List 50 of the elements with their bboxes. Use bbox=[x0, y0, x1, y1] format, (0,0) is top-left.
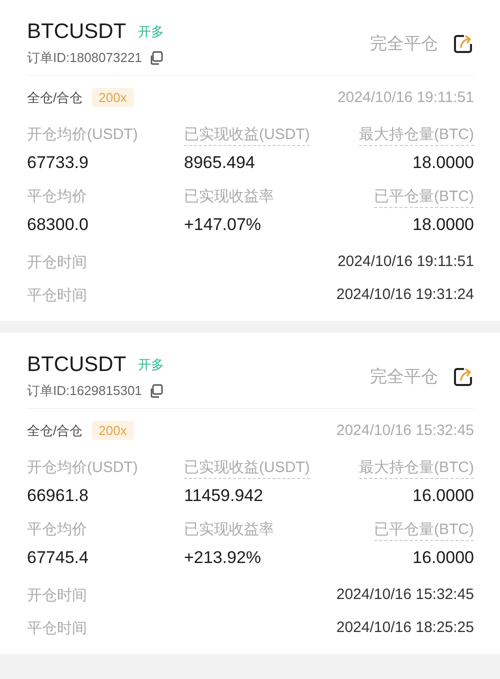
timestamp: 2024/10/16 15:32:45 bbox=[336, 422, 474, 439]
leverage-tag: 200x bbox=[92, 88, 134, 107]
stat-value: 68300.0 bbox=[27, 215, 88, 235]
copy-icon[interactable] bbox=[148, 51, 163, 65]
stat-value: +147.07% bbox=[184, 215, 262, 235]
margin-mode: 全仓/合仓 bbox=[27, 88, 83, 106]
symbol: BTCUSDT bbox=[27, 353, 126, 377]
time-value: 2024/10/16 15:32:45 bbox=[336, 586, 474, 605]
symbol: BTCUSDT bbox=[27, 20, 126, 44]
stat-label: 最大持仓量(BTC) bbox=[359, 458, 474, 479]
close-position-button[interactable]: 完全平仓 bbox=[370, 32, 438, 55]
time-label: 开仓时间 bbox=[27, 586, 87, 605]
time-label: 平仓时间 bbox=[27, 286, 87, 305]
leverage-tag: 200x bbox=[92, 421, 134, 440]
stat-value: 18.0000 bbox=[412, 215, 474, 235]
time-label: 开仓时间 bbox=[27, 253, 87, 272]
share-icon[interactable] bbox=[452, 366, 474, 388]
stat-label: 开仓均价(USDT) bbox=[27, 125, 138, 145]
copy-icon[interactable] bbox=[148, 384, 163, 398]
stat-label: 平仓均价 bbox=[27, 187, 87, 207]
stat-label: 开仓均价(USDT) bbox=[27, 458, 138, 478]
order-id: 订单ID:1629815301 bbox=[27, 382, 142, 400]
share-icon[interactable] bbox=[452, 32, 474, 54]
side-tag: 开多 bbox=[138, 356, 164, 374]
stat-value: 18.0000 bbox=[412, 153, 474, 173]
stat-label: 最大持仓量(BTC) bbox=[359, 125, 474, 146]
stat-label: 已实现收益(USDT) bbox=[184, 125, 310, 146]
close-position-button[interactable]: 完全平仓 bbox=[370, 365, 438, 388]
stat-value: 66961.8 bbox=[27, 486, 88, 506]
stat-label: 已平仓量(BTC) bbox=[374, 187, 474, 208]
side-tag: 开多 bbox=[138, 23, 164, 41]
time-value: 2024/10/16 19:31:24 bbox=[336, 286, 474, 305]
stat-label: 平仓均价 bbox=[27, 520, 87, 540]
stat-value: 67745.4 bbox=[27, 548, 88, 568]
order-id: 订单ID:1808073221 bbox=[27, 49, 142, 67]
stat-value: 11459.942 bbox=[184, 486, 264, 506]
stat-label: 已实现收益率 bbox=[184, 187, 274, 207]
margin-mode: 全仓/合仓 bbox=[27, 422, 83, 440]
stat-value: 8965.494 bbox=[184, 153, 255, 173]
stat-label: 已实现收益率 bbox=[184, 520, 274, 540]
time-value: 2024/10/16 19:11:51 bbox=[337, 253, 474, 272]
stat-label: 已平仓量(BTC) bbox=[374, 520, 474, 541]
time-value: 2024/10/16 18:25:25 bbox=[336, 619, 474, 638]
stat-value: 67733.9 bbox=[27, 153, 88, 173]
stat-label: 已实现收益(USDT) bbox=[184, 458, 310, 479]
stat-value: +213.92% bbox=[184, 548, 262, 568]
time-label: 平仓时间 bbox=[27, 619, 87, 638]
timestamp: 2024/10/16 19:11:51 bbox=[337, 89, 474, 106]
stat-value: 16.0000 bbox=[412, 548, 474, 568]
stat-value: 16.0000 bbox=[412, 486, 474, 506]
